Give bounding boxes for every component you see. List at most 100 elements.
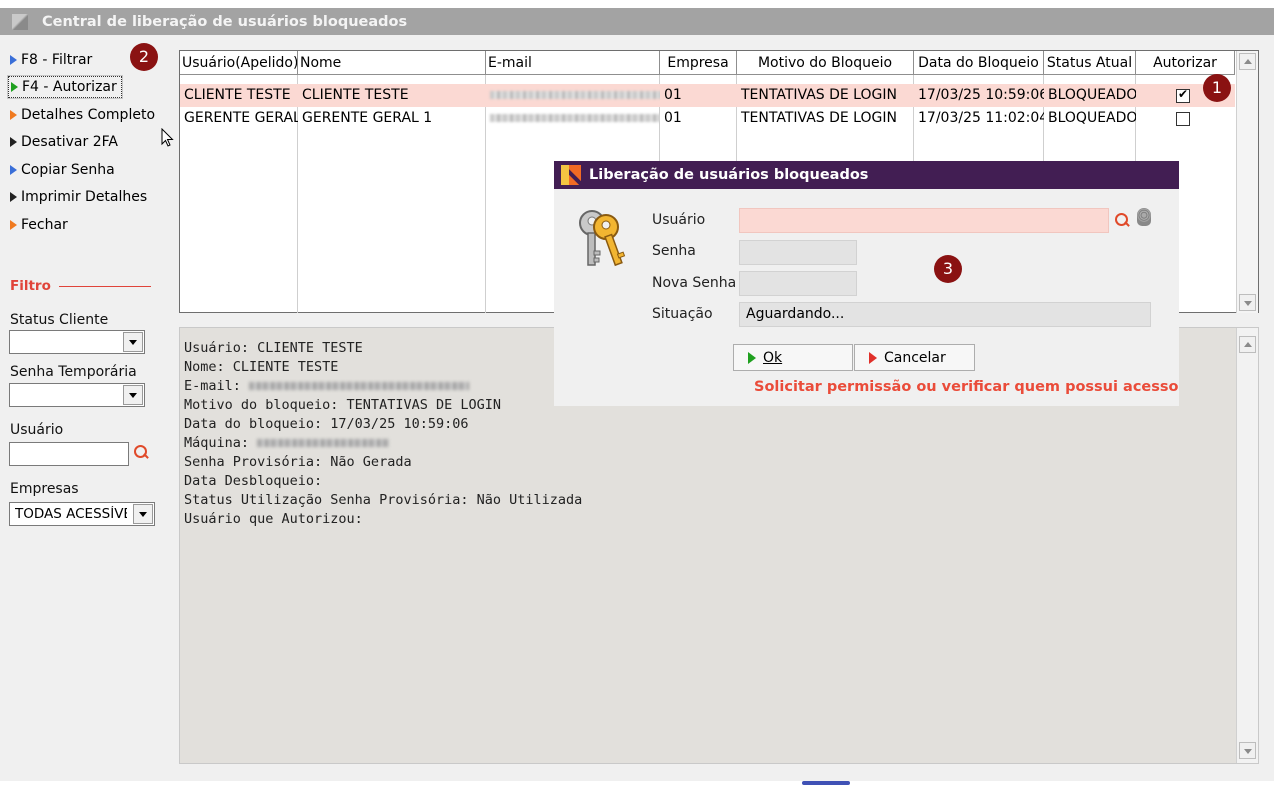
play-arrow-icon <box>11 82 18 92</box>
play-arrow-icon <box>748 351 756 364</box>
dialog-usuario-input[interactable] <box>739 208 1109 233</box>
authorize-checkbox[interactable] <box>1176 112 1190 126</box>
col-data[interactable]: Data do Bloqueio <box>914 51 1044 75</box>
chevron-down-icon[interactable] <box>133 504 153 524</box>
detail-motivo: Motivo do bloqueio: TENTATIVAS DE LOGIN <box>184 397 501 413</box>
filter-label: F8 - Filtrar <box>21 52 93 68</box>
title-bar: Central de liberação de usuários bloquea… <box>0 8 1274 35</box>
dialog-title-bar: Liberação de usuários bloqueados <box>554 161 1179 189</box>
detail-email: E-mail: <box>184 377 470 395</box>
dialog-situacao-label: Situação <box>652 306 713 322</box>
disable-2fa-label: Desativar 2FA <box>21 134 118 150</box>
disable-2fa-button[interactable]: Desativar 2FA <box>10 131 118 153</box>
detail-data: Data do bloqueio: 17/03/25 10:59:06 <box>184 416 469 432</box>
col-nome[interactable]: Nome <box>298 51 486 75</box>
details-button[interactable]: Detalhes Completo <box>10 104 155 126</box>
table-row[interactable]: GERENTE GERAL GERENTE GERAL 1 01 TENTATI… <box>180 107 1235 130</box>
ok-button[interactable]: Ok <box>733 344 853 371</box>
blurred-machine <box>257 439 390 447</box>
cancel-label: Cancelar <box>884 349 946 366</box>
print-details-button[interactable]: Imprimir Detalhes <box>10 186 147 208</box>
empresas-label: Empresas <box>10 481 79 497</box>
search-icon[interactable] <box>1115 213 1131 229</box>
authorize-button[interactable]: F4 - Autorizar <box>8 76 122 98</box>
cell-motivo: TENTATIVAS DE LOGIN <box>741 110 897 126</box>
col-apelido[interactable]: Usuário(Apelido) <box>180 51 298 75</box>
status-cliente-label: Status Cliente <box>10 312 109 328</box>
authorize-label: F4 - Autorizar <box>22 79 117 95</box>
col-email[interactable]: E-mail <box>486 51 660 75</box>
play-arrow-icon <box>10 137 17 147</box>
annotation-badge: 3 <box>934 255 962 283</box>
mouse-cursor-icon <box>161 128 174 147</box>
blurred-email <box>490 114 660 122</box>
blurred-email <box>249 382 470 390</box>
print-details-label: Imprimir Detalhes <box>21 189 148 205</box>
col-status[interactable]: Status Atual <box>1044 51 1136 75</box>
play-arrow-icon <box>10 220 17 230</box>
detail-maquina: Máquina: <box>184 434 390 452</box>
play-arrow-icon <box>10 110 17 120</box>
details-scrollbar[interactable] <box>1236 328 1258 763</box>
play-arrow-icon <box>869 351 877 364</box>
unlock-dialog: Liberação de usuários bloqueados Usuário… <box>554 161 1179 406</box>
grid-scrollbar[interactable] <box>1236 51 1258 313</box>
filter-section-title: Filtro <box>10 278 151 294</box>
dialog-senha-input[interactable] <box>739 240 857 265</box>
scroll-up-icon[interactable] <box>1239 336 1256 353</box>
dialog-nova-senha-label: Nova Senha <box>652 275 737 291</box>
app-logo-icon <box>561 165 581 185</box>
detail-usuario-autorizou: Usuário que Autorizou: <box>184 511 363 527</box>
usuario-filter-input[interactable] <box>9 442 129 466</box>
cell-data: 17/03/25 10:59:06 <box>918 87 1044 103</box>
close-button[interactable]: Fechar <box>10 214 68 236</box>
chevron-down-icon[interactable] <box>123 332 143 352</box>
detail-data-desbloqueio: Data Desbloqueio: <box>184 473 323 489</box>
fingerprint-icon[interactable] <box>1135 208 1153 228</box>
col-empresa[interactable]: Empresa <box>660 51 737 75</box>
filter-divider <box>58 285 151 287</box>
cell-status: BLOQUEADO <box>1048 87 1136 103</box>
blurred-email <box>490 91 660 99</box>
empresas-value: TODAS ACESSÍVEIS <box>15 506 127 522</box>
detail-usuario: Usuário: CLIENTE TESTE <box>184 340 363 356</box>
col-autorizar[interactable]: Autorizar <box>1136 51 1235 75</box>
table-row[interactable]: CLIENTE TESTE CLIENTE TESTE 01 TENTATIVA… <box>180 84 1235 107</box>
scroll-down-icon[interactable] <box>1239 742 1256 759</box>
col-motivo[interactable]: Motivo do Bloqueio <box>737 51 914 75</box>
cell-apelido: GERENTE GERAL <box>184 110 298 126</box>
cell-empresa: 01 <box>664 110 682 126</box>
detail-status-utilizacao: Status Utilização Senha Provisória: Não … <box>184 492 583 508</box>
window-title: Central de liberação de usuários bloquea… <box>42 13 408 30</box>
empresas-select[interactable]: TODAS ACESSÍVEIS <box>9 502 155 526</box>
cell-email <box>486 107 660 130</box>
detail-email-label: E-mail: <box>184 378 241 394</box>
detail-senha-provisoria: Senha Provisória: Não Gerada <box>184 454 412 470</box>
taskbar-indicator <box>802 781 850 785</box>
dialog-title: Liberação de usuários bloqueados <box>589 167 869 183</box>
cell-data: 17/03/25 11:02:04 <box>918 110 1044 126</box>
scroll-up-icon[interactable] <box>1239 53 1256 70</box>
scroll-down-icon[interactable] <box>1239 294 1256 311</box>
details-label: Detalhes Completo <box>21 107 156 123</box>
dialog-nova-senha-input[interactable] <box>739 271 857 296</box>
keys-icon <box>579 210 626 267</box>
detail-maquina-label: Máquina: <box>184 435 250 451</box>
annotation-badge: 1 <box>1203 74 1231 102</box>
cell-nome: GERENTE GERAL 1 <box>302 110 433 126</box>
annotation-badge: 2 <box>130 43 158 71</box>
copy-password-label: Copiar Senha <box>21 162 115 178</box>
authorize-checkbox[interactable] <box>1176 87 1190 103</box>
chevron-down-icon[interactable] <box>123 385 143 405</box>
copy-password-button[interactable]: Copiar Senha <box>10 159 115 181</box>
filter-button[interactable]: F8 - Filtrar <box>10 49 92 71</box>
cell-status: BLOQUEADO <box>1048 110 1136 126</box>
cell-empresa: 01 <box>664 87 682 103</box>
senha-temporaria-select[interactable] <box>9 383 145 407</box>
filter-title-text: Filtro <box>10 278 51 294</box>
cancel-button[interactable]: Cancelar <box>854 344 975 371</box>
cell-apelido: CLIENTE TESTE <box>184 87 291 103</box>
status-cliente-select[interactable] <box>9 330 145 354</box>
senha-temporaria-label: Senha Temporária <box>10 364 137 380</box>
search-icon[interactable] <box>134 445 150 461</box>
